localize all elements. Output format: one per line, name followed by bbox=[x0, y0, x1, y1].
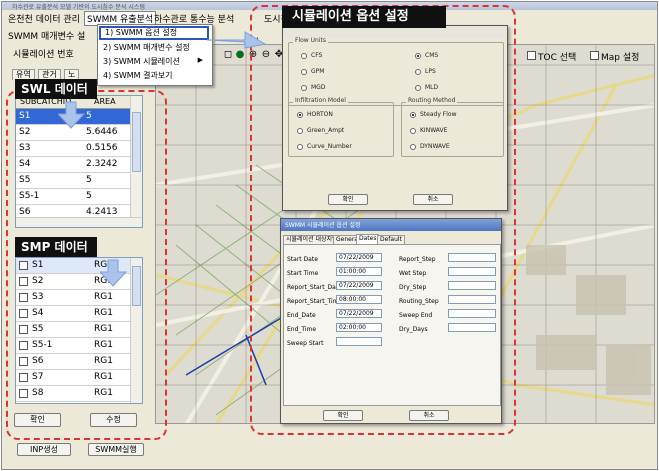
globe-icon[interactable]: ● bbox=[234, 49, 246, 61]
smp-callout: SMP 데이터 bbox=[15, 237, 97, 257]
swmm-param-label: SWMM 매개변수 설 bbox=[8, 32, 86, 42]
swl-callout: SWL 데이터 bbox=[15, 79, 97, 99]
toc-checkbox[interactable] bbox=[527, 51, 536, 60]
map-checkbox[interactable] bbox=[590, 51, 599, 60]
sim-options-callout: 시뮬레이션 옵션 설정 bbox=[282, 6, 446, 28]
menu-swmm-results[interactable]: 4) SWMM 결과보기 bbox=[103, 70, 173, 81]
smp-arrow-icon bbox=[100, 259, 128, 287]
arrow-icon bbox=[206, 31, 267, 49]
menu-swmm-options[interactable]: 1) SWMM 옵션 설정 bbox=[99, 26, 209, 40]
select-icon[interactable]: ◻ bbox=[222, 49, 234, 61]
toc-label: TOC 선택 bbox=[538, 53, 577, 63]
menu-swmm-options-label: 1) SWMM 옵션 설정 bbox=[105, 28, 178, 37]
left-panel-header: SWMM 매개변수 설 시뮬레이션 번호 bbox=[8, 26, 98, 66]
submenu-arrow-icon: ▶ bbox=[197, 56, 203, 64]
swl-arrow-icon bbox=[58, 101, 86, 129]
inp-create-button[interactable]: INP생성 bbox=[17, 443, 71, 456]
map-label: Map 설정 bbox=[601, 53, 640, 63]
menu-swmm-params[interactable]: 2) SWMM 매개변수 설정 bbox=[103, 42, 190, 53]
menu-data-management[interactable]: 온천천 데이터 관리 bbox=[8, 12, 80, 25]
dialog-highlight bbox=[250, 5, 516, 435]
sim-number-label: 시뮬레이션 번호 bbox=[13, 50, 74, 60]
swmm-dropdown-menu: 1) SWMM 옵션 설정 2) SWMM 매개변수 설정 3) SWMM 시뮬… bbox=[97, 24, 213, 86]
menu-swmm-simulation[interactable]: 3) SWMM 시뮬레이션 ▶ bbox=[103, 56, 207, 67]
swmm-run-button[interactable]: SWMM실행 bbox=[88, 443, 144, 456]
menu-swmm-simulation-label: 3) SWMM 시뮬레이션 bbox=[103, 57, 180, 66]
left-panel-highlight bbox=[6, 90, 167, 440]
